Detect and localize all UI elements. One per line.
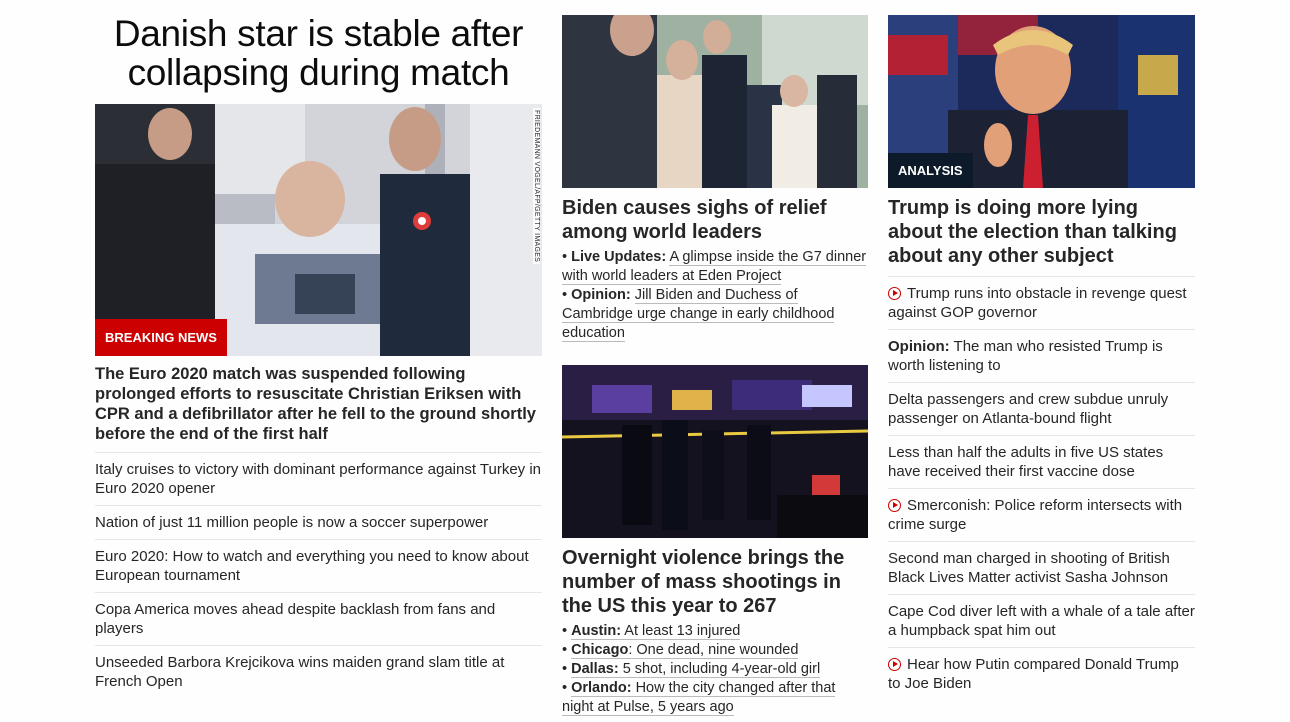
bullet-link[interactable]: Orlando: How the city changed after that… (562, 680, 836, 716)
shootings-bullet-1[interactable]: • Austin: At least 13 injured (562, 622, 868, 641)
right-link-7[interactable]: Cape Cod diver left with a whale of a ta… (888, 603, 1195, 639)
related-link-4[interactable]: Copa America moves ahead despite backlas… (95, 601, 495, 637)
trump-photo[interactable]: ANALYSIS (888, 15, 1195, 188)
eriksen-photo[interactable]: FRIEDEMANN VOGEL/AFP/GETTY IMAGES BREAKI… (95, 104, 542, 356)
list-item[interactable]: Euro 2020: How to watch and everything y… (95, 539, 542, 592)
bullet-label: Opinion: (571, 287, 631, 303)
trump-story-title[interactable]: Trump is doing more lying about the elec… (888, 196, 1195, 268)
g7-leaders-photo[interactable] (562, 15, 868, 188)
list-item[interactable]: Nation of just 11 million people is now … (95, 505, 542, 539)
bullet-text: At least 13 injured (624, 623, 741, 639)
list-item[interactable]: Opinion: The man who resisted Trump is w… (888, 329, 1195, 382)
shootings-bullet-3[interactable]: • Dallas: 5 shot, including 4-year-old g… (562, 660, 868, 679)
bullet-link[interactable]: Austin: At least 13 injured (571, 623, 741, 640)
related-link-3[interactable]: Euro 2020: How to watch and everything y… (95, 548, 529, 584)
play-video-icon (888, 499, 901, 512)
bullet-text: 5 shot, including 4-year-old girl (622, 661, 821, 677)
right-link-5[interactable]: Smerconish: Police reform intersects wit… (888, 497, 1182, 533)
right-link-3[interactable]: Delta passengers and crew subdue unruly … (888, 391, 1168, 427)
bullet-label: Chicago (571, 642, 629, 658)
right-link-4[interactable]: Less than half the adults in five US sta… (888, 444, 1163, 480)
bullet-link[interactable]: Chicago: One dead, nine wounded (571, 642, 799, 659)
bullet-label: Live Updates: (571, 249, 667, 265)
list-item[interactable]: Unseeded Barbora Krejcikova wins maiden … (95, 645, 542, 698)
related-link-1[interactable]: Italy cruises to victory with dominant p… (95, 461, 541, 497)
play-video-icon (888, 658, 901, 671)
right-link-8[interactable]: Hear how Putin compared Donald Trump to … (888, 656, 1179, 692)
main-headline[interactable]: Danish star is stable after collapsing d… (95, 14, 542, 92)
right-column: ANALYSIS Trump is doing more lying about… (888, 0, 1195, 700)
right-link-6[interactable]: Second man charged in shooting of Britis… (888, 550, 1170, 586)
bullet-label: Orlando: (571, 680, 632, 696)
right-links-list: Trump runs into obstacle in revenge ques… (888, 276, 1195, 700)
list-item[interactable]: Second man charged in shooting of Britis… (888, 541, 1195, 594)
breaking-news-badge: BREAKING NEWS (95, 319, 227, 356)
bullet-label: Dallas: (571, 661, 619, 677)
shootings-bullet-2[interactable]: • Chicago: One dead, nine wounded (562, 641, 868, 660)
list-item[interactable]: Delta passengers and crew subdue unruly … (888, 382, 1195, 435)
photo-credit: FRIEDEMANN VOGEL/AFP/GETTY IMAGES (533, 108, 540, 265)
biden-story-title[interactable]: Biden causes sighs of relief among world… (562, 196, 868, 244)
shootings-story-title[interactable]: Overnight violence brings the number of … (562, 546, 868, 618)
shootings-bullet-4[interactable]: • Orlando: How the city changed after th… (562, 679, 868, 717)
g7-leaders-photo-art (562, 15, 868, 188)
analysis-badge: ANALYSIS (888, 153, 973, 188)
middle-column: Biden causes sighs of relief among world… (562, 0, 868, 717)
list-item[interactable]: Smerconish: Police reform intersects wit… (888, 488, 1195, 541)
related-links-list: Italy cruises to victory with dominant p… (95, 452, 542, 698)
list-item[interactable]: Italy cruises to victory with dominant p… (95, 452, 542, 505)
right-link-1[interactable]: Trump runs into obstacle in revenge ques… (888, 285, 1187, 321)
list-item[interactable]: Hear how Putin compared Donald Trump to … (888, 647, 1195, 700)
play-video-icon (888, 287, 901, 300)
list-item[interactable]: Trump runs into obstacle in revenge ques… (888, 276, 1195, 329)
related-link-2[interactable]: Nation of just 11 million people is now … (95, 514, 488, 531)
bullet-label: Austin: (571, 623, 622, 639)
shooting-scene-photo-art (562, 365, 868, 538)
bullet-text: : One dead, nine wounded (628, 642, 799, 658)
list-item[interactable]: Less than half the adults in five US sta… (888, 435, 1195, 488)
list-item[interactable]: Copa America moves ahead despite backlas… (95, 592, 542, 645)
biden-bullet-1[interactable]: • Live Updates: A glimpse inside the G7 … (562, 248, 868, 286)
related-link-5[interactable]: Unseeded Barbora Krejcikova wins maiden … (95, 654, 504, 690)
list-item[interactable]: Cape Cod diver left with a whale of a ta… (888, 594, 1195, 647)
biden-bullet-2[interactable]: • Opinion: Jill Biden and Duchess of Cam… (562, 286, 868, 343)
opinion-label: Opinion: (888, 338, 950, 355)
bullet-link[interactable]: Dallas: 5 shot, including 4-year-old gir… (571, 661, 821, 678)
main-story-column: Danish star is stable after collapsing d… (95, 0, 542, 698)
shooting-scene-photo[interactable] (562, 365, 868, 538)
lead-summary-link[interactable]: The Euro 2020 match was suspended follow… (95, 364, 542, 444)
